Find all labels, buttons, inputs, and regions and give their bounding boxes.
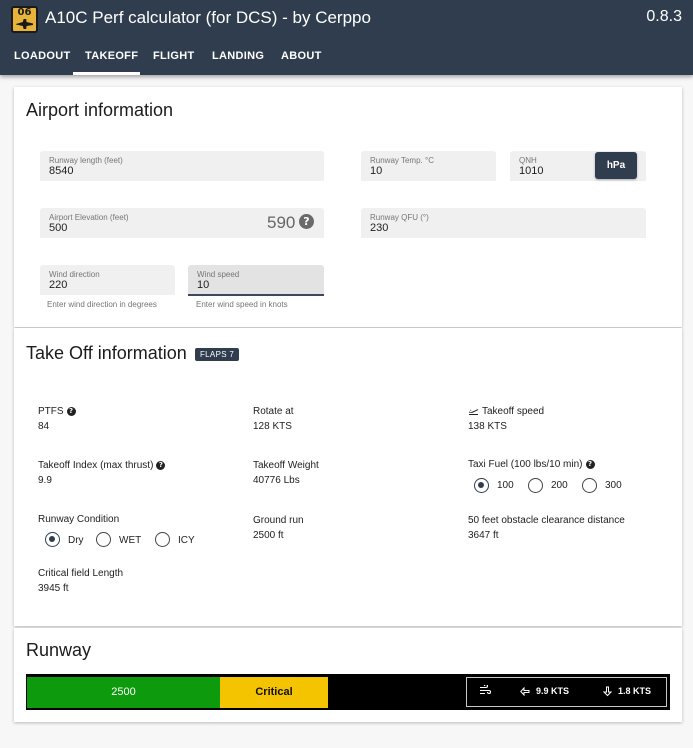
runway-qfu-value: 230 bbox=[370, 222, 389, 234]
ground-run-value: 2500 ft bbox=[253, 530, 284, 541]
crosswind-arrow-icon bbox=[603, 686, 612, 697]
takeoff-index-label-row: Takeoff Index (max thrust)? bbox=[38, 460, 166, 471]
airport-elevation-label: Airport Elevation (feet) bbox=[49, 213, 129, 222]
taxi-fuel-radio-200[interactable] bbox=[528, 478, 543, 493]
tab-loadout[interactable]: LOADOUT bbox=[14, 50, 70, 62]
takeoff-index-value: 9.9 bbox=[38, 475, 52, 486]
help-icon[interactable]: ? bbox=[299, 214, 314, 229]
aircraft-icon bbox=[16, 19, 33, 29]
ptfs-label-row: PTFS? bbox=[38, 406, 76, 417]
airport-elevation-value: 500 bbox=[49, 222, 68, 234]
wind-direction-value: 220 bbox=[49, 279, 68, 291]
runway-condition-radio-icy[interactable] bbox=[155, 532, 170, 547]
help-icon[interactable]: ? bbox=[156, 461, 166, 470]
runway-condition-radio-dry[interactable] bbox=[45, 532, 60, 547]
headwind-arrow-icon bbox=[520, 687, 530, 696]
app-bar: 06 A10C Perf calculator (for DCS) - by C… bbox=[0, 0, 693, 75]
taxi-fuel-label-row: Taxi Fuel (100 lbs/10 min)? bbox=[468, 459, 595, 470]
airport-heading: Airport information bbox=[26, 100, 174, 120]
wind-components-box: 9.9 KTS 1.8 KTS bbox=[466, 677, 667, 707]
wind-speed-label: Wind speed bbox=[197, 270, 240, 279]
takeoff-speed-label: Takeoff speed bbox=[482, 406, 545, 417]
runway-bar: 2500 Critical 9.9 KTS 1.8 KTS bbox=[26, 674, 670, 710]
tab-flight[interactable]: FLIGHT bbox=[153, 50, 195, 62]
app-version: 0.8.3 bbox=[646, 8, 682, 25]
ground-run-segment: 2500 bbox=[27, 677, 220, 708]
takeoff-weight-value: 40776 Lbs bbox=[253, 475, 300, 486]
wind-direction-label: Wind direction bbox=[49, 270, 100, 279]
runway-temp-field[interactable]: Runway Temp. °C 10 bbox=[361, 151, 496, 181]
rotate-label: Rotate at bbox=[253, 406, 294, 417]
takeoff-weight-label: Takeoff Weight bbox=[253, 460, 319, 471]
critical-field-label: Critical field Length bbox=[38, 568, 124, 579]
runway-qfu-field[interactable]: Runway QFU (°) 230 bbox=[361, 208, 646, 238]
ptfs-label: PTFS bbox=[38, 406, 64, 417]
qnh-label: QNH bbox=[519, 156, 537, 165]
runway-temp-label: Runway Temp. °C bbox=[370, 156, 434, 165]
wind-speed-field[interactable]: Wind speed 10 bbox=[188, 265, 324, 296]
runway-length-field[interactable]: Runway length (feet) 8540 bbox=[40, 151, 324, 181]
ground-run-label: Ground run bbox=[253, 515, 304, 526]
qnh-unit-button[interactable]: hPa bbox=[595, 152, 637, 179]
takeoff-card: Take Off information bbox=[14, 328, 682, 626]
wind-direction-helper: Enter wind direction in degrees bbox=[47, 300, 157, 309]
logo-number: 06 bbox=[17, 7, 32, 18]
flaps-badge: FLAPS 7 bbox=[195, 348, 240, 361]
runway-condition-option-wet: WET bbox=[119, 535, 142, 546]
taxi-fuel-option-200: 200 bbox=[551, 480, 568, 491]
wind-icon bbox=[480, 685, 491, 695]
runway-condition-option-icy: ICY bbox=[178, 535, 195, 546]
critical-field-value: 3945 ft bbox=[38, 583, 69, 594]
help-icon[interactable]: ? bbox=[66, 407, 76, 416]
runway-temp-value: 10 bbox=[370, 165, 383, 177]
app-title: A10C Perf calculator (for DCS) - by Cerp… bbox=[45, 8, 371, 27]
headwind-value: 9.9 KTS bbox=[536, 686, 570, 696]
rotate-value: 128 KTS bbox=[253, 421, 292, 432]
taxi-fuel-radio-100[interactable] bbox=[474, 478, 489, 493]
help-icon[interactable]: ? bbox=[585, 460, 595, 469]
squadron-logo: 06 bbox=[11, 6, 38, 33]
elevation-converted-value: 590 bbox=[267, 213, 296, 232]
takeoff-speed-value: 138 KTS bbox=[468, 421, 507, 432]
critical-segment: Critical bbox=[220, 677, 328, 708]
obstacle-clearance-value: 3647 ft bbox=[468, 530, 499, 541]
qnh-value: 1010 bbox=[519, 165, 544, 177]
taxi-fuel-option-100: 100 bbox=[497, 480, 514, 491]
runway-condition-radio-wet[interactable] bbox=[96, 532, 111, 547]
taxi-fuel-radio-300[interactable] bbox=[582, 478, 597, 493]
runway-heading: Runway bbox=[26, 640, 92, 660]
tab-about[interactable]: ABOUT bbox=[281, 50, 322, 62]
ptfs-value: 84 bbox=[38, 421, 50, 432]
wind-direction-field[interactable]: Wind direction 220 bbox=[40, 265, 175, 295]
takeoff-icon bbox=[469, 409, 479, 415]
crosswind-value: 1.8 KTS bbox=[618, 686, 652, 696]
active-tab-indicator bbox=[73, 72, 140, 75]
runway-qfu-label: Runway QFU (°) bbox=[370, 213, 429, 222]
taxi-fuel-option-300: 300 bbox=[605, 480, 622, 491]
runway-length-label: Runway length (feet) bbox=[49, 156, 123, 165]
wind-speed-helper: Enter wind speed in knots bbox=[196, 300, 288, 309]
taxi-fuel-label: Taxi Fuel (100 lbs/10 min) bbox=[468, 459, 583, 470]
takeoff-heading: Take Off information bbox=[26, 343, 187, 363]
runway-length-value: 8540 bbox=[49, 165, 74, 177]
tab-landing[interactable]: LANDING bbox=[212, 50, 264, 62]
runway-condition-option-dry: Dry bbox=[68, 535, 84, 546]
obstacle-clearance-label: 50 feet obstacle clearance distance bbox=[468, 515, 625, 526]
tab-takeoff[interactable]: TAKEOFF bbox=[85, 50, 138, 62]
takeoff-speed-label-row: Takeoff speed bbox=[468, 406, 544, 417]
wind-speed-value: 10 bbox=[197, 279, 210, 291]
runway-condition-label: Runway Condition bbox=[38, 514, 120, 525]
takeoff-index-label: Takeoff Index (max thrust) bbox=[38, 460, 154, 471]
